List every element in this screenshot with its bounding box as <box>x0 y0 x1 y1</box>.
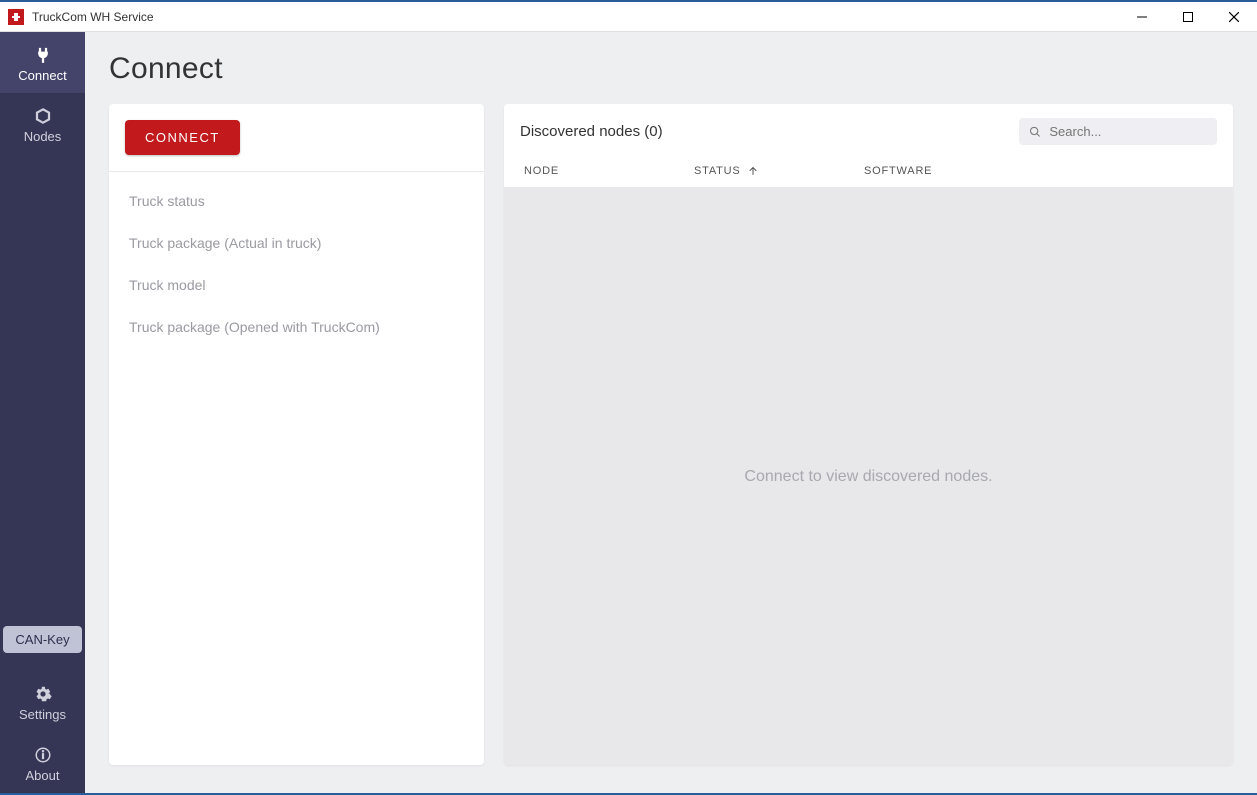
column-header-software[interactable]: SOFTWARE <box>864 165 1213 177</box>
window-title: TruckCom WH Service <box>32 10 154 24</box>
sidebar-item-label: Settings <box>19 707 66 722</box>
info-icon <box>34 746 52 764</box>
gear-icon <box>34 685 52 703</box>
empty-state: Connect to view discovered nodes. <box>504 188 1233 765</box>
column-header-status[interactable]: STATUS <box>694 165 864 177</box>
plug-icon <box>34 46 52 64</box>
list-item[interactable]: Truck package (Actual in truck) <box>109 222 484 264</box>
connect-panel: CONNECT Truck status Truck package (Actu… <box>109 104 484 765</box>
truck-info-list: Truck status Truck package (Actual in tr… <box>109 172 484 356</box>
window-controls <box>1119 2 1257 32</box>
search-icon <box>1029 125 1041 139</box>
empty-message: Connect to view discovered nodes. <box>744 468 992 486</box>
search-input[interactable] <box>1049 124 1207 139</box>
maximize-button[interactable] <box>1165 2 1211 32</box>
search-box[interactable] <box>1019 118 1217 145</box>
table-header: NODE STATUS SOFTWARE <box>504 155 1233 188</box>
discovered-nodes-panel: Discovered nodes (0) NODE STATUS SOFTWAR… <box>504 104 1233 765</box>
sidebar-item-label: About <box>26 768 60 783</box>
sidebar-item-label: Connect <box>18 68 66 83</box>
content-area: Connect CONNECT Truck status Truck packa… <box>85 32 1257 793</box>
list-item[interactable]: Truck package (Opened with TruckCom) <box>109 306 484 348</box>
column-header-status-label: STATUS <box>694 165 741 177</box>
close-button[interactable] <box>1211 2 1257 32</box>
sidebar-item-settings[interactable]: Settings <box>0 671 85 732</box>
list-item[interactable]: Truck model <box>109 264 484 306</box>
can-key-button[interactable]: CAN-Key <box>3 626 81 653</box>
arrow-up-icon <box>747 165 759 177</box>
sidebar-item-label: Nodes <box>24 129 62 144</box>
sidebar: Connect Nodes CAN-Key Settings About <box>0 32 85 793</box>
sidebar-item-connect[interactable]: Connect <box>0 32 85 93</box>
titlebar: TruckCom WH Service <box>0 2 1257 32</box>
discovered-nodes-title: Discovered nodes (0) <box>520 123 663 140</box>
sidebar-item-about[interactable]: About <box>0 732 85 793</box>
connect-button[interactable]: CONNECT <box>125 120 240 155</box>
sidebar-item-nodes[interactable]: Nodes <box>0 93 85 154</box>
cube-icon <box>34 107 52 125</box>
app-icon <box>8 9 24 25</box>
minimize-button[interactable] <box>1119 2 1165 32</box>
column-header-node[interactable]: NODE <box>524 165 694 177</box>
list-item[interactable]: Truck status <box>109 180 484 222</box>
page-title: Connect <box>109 52 1233 86</box>
can-key-label: CAN-Key <box>15 632 69 647</box>
